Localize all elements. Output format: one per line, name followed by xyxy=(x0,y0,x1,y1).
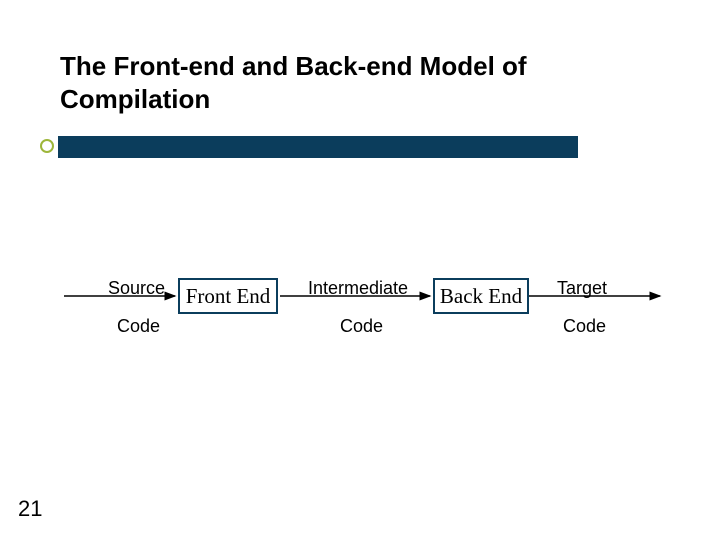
box-front-end: Front End xyxy=(178,278,278,314)
label-code-2: Code xyxy=(340,316,383,337)
bullet-icon xyxy=(40,139,54,153)
label-target: Target xyxy=(557,278,607,299)
title-line-1: The Front-end and Back-end Model of xyxy=(60,50,620,83)
slide-title: The Front-end and Back-end Model of Comp… xyxy=(60,50,620,115)
title-underline-row xyxy=(40,134,640,160)
box-back-end: Back End xyxy=(433,278,529,314)
label-intermediate: Intermediate xyxy=(308,278,408,299)
page-number: 21 xyxy=(18,496,42,522)
label-source: Source xyxy=(108,278,165,299)
label-code-3: Code xyxy=(563,316,606,337)
label-code-1: Code xyxy=(117,316,160,337)
title-line-2: Compilation xyxy=(60,83,620,116)
title-underline-bar xyxy=(58,136,578,158)
